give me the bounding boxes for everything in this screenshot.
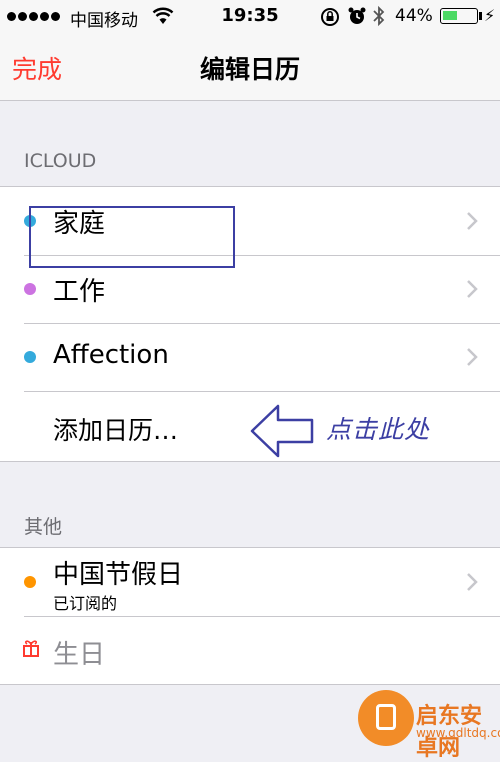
section-header-other: 其他 (24, 516, 63, 538)
charging-bolt-icon: ⚡ (484, 6, 496, 25)
calendar-row-affection[interactable]: Affection (0, 323, 500, 391)
page-title: 编辑日历 (199, 55, 300, 84)
annotation-arrow-icon (250, 404, 314, 458)
watermark-url: www.qdltdq.com (416, 726, 500, 740)
alarm-icon (348, 7, 366, 24)
calendar-color-dot (24, 576, 36, 588)
chevron-right-icon (467, 212, 478, 230)
section-header-icloud: ICLOUD (24, 150, 97, 172)
rotation-lock-icon (321, 8, 339, 26)
bluetooth-icon (373, 5, 385, 27)
watermark-logo: 启东安卓网 www.qdltdq.com (358, 690, 500, 761)
chevron-right-icon (467, 348, 478, 366)
status-bar: 中国移动 19:35 44% ⚡ (0, 0, 500, 32)
calendar-label: 工作 (53, 277, 106, 307)
chevron-right-icon (467, 573, 478, 591)
annotation-text: 点击此处 (326, 415, 431, 444)
battery-level-fill (443, 11, 457, 20)
calendar-row-birthday[interactable]: 生日 (0, 616, 500, 684)
calendar-label: Affection (53, 340, 169, 370)
add-calendar-label: 添加日历… (53, 416, 179, 445)
calendar-row-family[interactable]: 家庭 (0, 187, 500, 255)
calendar-label: 生日 (53, 640, 106, 670)
other-calendar-list: 中国节假日 已订阅的 生日 (0, 547, 500, 685)
calendar-color-dot (24, 351, 36, 363)
battery-nub (479, 12, 482, 20)
battery-percentage: 44% (395, 6, 433, 26)
calendar-row-work[interactable]: 工作 (0, 255, 500, 323)
calendar-color-dot (24, 283, 36, 295)
calendar-label: 中国节假日 (53, 560, 184, 590)
navigation-bar: 完成 编辑日历 (0, 32, 500, 101)
calendar-label: 家庭 (53, 209, 106, 239)
calendar-row-chinese-holidays[interactable]: 中国节假日 已订阅的 (0, 548, 500, 616)
calendar-subtitle: 已订阅的 (53, 594, 118, 613)
chevron-right-icon (467, 280, 478, 298)
battery-icon (440, 8, 478, 24)
gift-icon (23, 640, 39, 657)
calendar-color-dot (24, 215, 36, 227)
watermark-phone-icon (358, 690, 414, 746)
